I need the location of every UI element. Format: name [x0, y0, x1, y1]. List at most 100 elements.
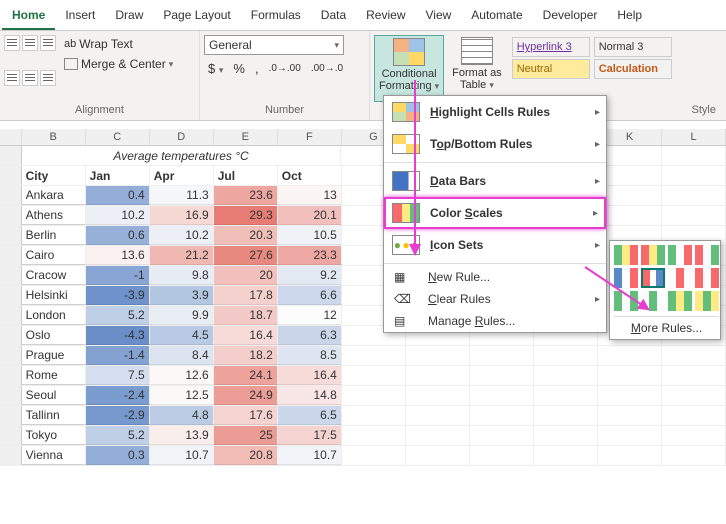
cell[interactable]: Tokyo [22, 426, 86, 445]
cell[interactable] [406, 426, 470, 445]
cell[interactable] [534, 426, 598, 445]
color-scale-option-8[interactable] [614, 291, 638, 311]
cell[interactable]: -1 [86, 266, 150, 285]
cell[interactable]: Athens [22, 206, 86, 225]
color-scale-option-4[interactable] [614, 268, 638, 288]
cell[interactable]: Rome [22, 366, 86, 385]
more-rules[interactable]: More Rules... [614, 316, 719, 335]
menu-color-scales[interactable]: Color Scales ▸ [384, 197, 606, 229]
cell[interactable]: 8.5 [278, 346, 342, 365]
cell[interactable] [662, 426, 726, 445]
style-neutral[interactable]: Neutral [512, 59, 590, 79]
cell[interactable]: 12.6 [150, 366, 214, 385]
color-scale-option-5[interactable] [641, 268, 665, 288]
col-header-L[interactable]: L [662, 129, 726, 145]
cell[interactable]: Oct [278, 166, 342, 185]
color-scale-option-3[interactable] [695, 245, 719, 265]
cell[interactable]: 12 [278, 306, 342, 325]
cell[interactable]: Berlin [22, 226, 86, 245]
cell[interactable]: 17.6 [214, 406, 278, 425]
cell[interactable]: -3.9 [86, 286, 150, 305]
col-header-B[interactable]: B [22, 129, 86, 145]
col-header-C[interactable]: C [86, 129, 150, 145]
menu-clear-rules[interactable]: ⌫ Clear Rules ▸ [384, 288, 606, 310]
color-scale-option-1[interactable] [641, 245, 665, 265]
cell[interactable] [534, 446, 598, 465]
cell[interactable]: Apr [150, 166, 214, 185]
cell[interactable]: Oslo [22, 326, 86, 345]
cell[interactable]: 12.5 [150, 386, 214, 405]
cell[interactable] [662, 386, 726, 405]
cell[interactable]: 16.9 [150, 206, 214, 225]
col-header-F[interactable]: F [278, 129, 342, 145]
cell[interactable]: 16.4 [278, 366, 342, 385]
cell[interactable] [342, 426, 406, 445]
col-header-D[interactable]: D [150, 129, 214, 145]
cell[interactable]: -2.4 [86, 386, 150, 405]
cell[interactable] [470, 406, 534, 425]
cell[interactable]: 20.3 [214, 226, 278, 245]
cell[interactable] [598, 346, 662, 365]
cell[interactable]: Vienna [22, 446, 86, 465]
tab-insert[interactable]: Insert [55, 4, 105, 30]
tab-data[interactable]: Data [311, 4, 356, 30]
cell[interactable]: City [22, 166, 86, 185]
tab-developer[interactable]: Developer [533, 4, 608, 30]
wrap-text-button[interactable]: ab Wrap Text [60, 35, 177, 53]
color-scale-option-2[interactable] [668, 245, 692, 265]
cell[interactable]: 20 [214, 266, 278, 285]
cell[interactable] [662, 406, 726, 425]
cell[interactable] [662, 146, 726, 165]
cell[interactable] [534, 386, 598, 405]
cell[interactable] [406, 446, 470, 465]
currency-button[interactable]: $ ▾ [208, 61, 223, 76]
color-scale-option-7[interactable] [695, 268, 719, 288]
cell[interactable]: 7.5 [86, 366, 150, 385]
style-hyperlink[interactable]: Hyperlink 3 [512, 37, 590, 57]
cell[interactable] [342, 366, 406, 385]
cell[interactable]: 25 [214, 426, 278, 445]
cell[interactable] [662, 206, 726, 225]
cell[interactable]: -1.4 [86, 346, 150, 365]
tab-page-layout[interactable]: Page Layout [153, 4, 240, 30]
cell[interactable]: 8.4 [150, 346, 214, 365]
cell[interactable]: 9.9 [150, 306, 214, 325]
cell[interactable]: 11.3 [150, 186, 214, 205]
cell[interactable]: 6.3 [278, 326, 342, 345]
menu-data-bars[interactable]: Data Bars ▸ [384, 165, 606, 197]
cell[interactable] [598, 406, 662, 425]
menu-highlight-cells[interactable]: Highlight Cells Rules ▸ [384, 96, 606, 128]
cell[interactable] [598, 206, 662, 225]
cell[interactable] [342, 386, 406, 405]
increase-decimal-button[interactable]: .0→.00 [269, 63, 301, 74]
cell[interactable]: 27.6 [214, 246, 278, 265]
cell[interactable]: 17.5 [278, 426, 342, 445]
style-normal[interactable]: Normal 3 [594, 37, 672, 57]
cell[interactable] [598, 186, 662, 205]
cell[interactable]: Cairo [22, 246, 86, 265]
cell[interactable] [598, 386, 662, 405]
cell[interactable]: Cracow [22, 266, 86, 285]
cell[interactable]: 23.3 [278, 246, 342, 265]
cell[interactable] [534, 346, 598, 365]
cell[interactable] [534, 406, 598, 425]
cell[interactable] [598, 366, 662, 385]
cell[interactable]: Jul [214, 166, 278, 185]
cell[interactable]: Helsinki [22, 286, 86, 305]
col-header-K[interactable]: K [598, 129, 662, 145]
color-scale-option-10[interactable] [668, 291, 692, 311]
tab-formulas[interactable]: Formulas [241, 4, 311, 30]
cell[interactable]: 6.6 [278, 286, 342, 305]
cell[interactable]: 20.1 [278, 206, 342, 225]
cell[interactable] [662, 186, 726, 205]
tab-review[interactable]: Review [356, 4, 415, 30]
cell[interactable] [470, 386, 534, 405]
cell[interactable]: 24.1 [214, 366, 278, 385]
tab-home[interactable]: Home [2, 4, 55, 30]
cell[interactable] [662, 446, 726, 465]
cell[interactable] [406, 346, 470, 365]
cell[interactable]: Seoul [22, 386, 86, 405]
cell[interactable] [406, 386, 470, 405]
cell[interactable]: 29.3 [214, 206, 278, 225]
cell[interactable] [342, 406, 406, 425]
